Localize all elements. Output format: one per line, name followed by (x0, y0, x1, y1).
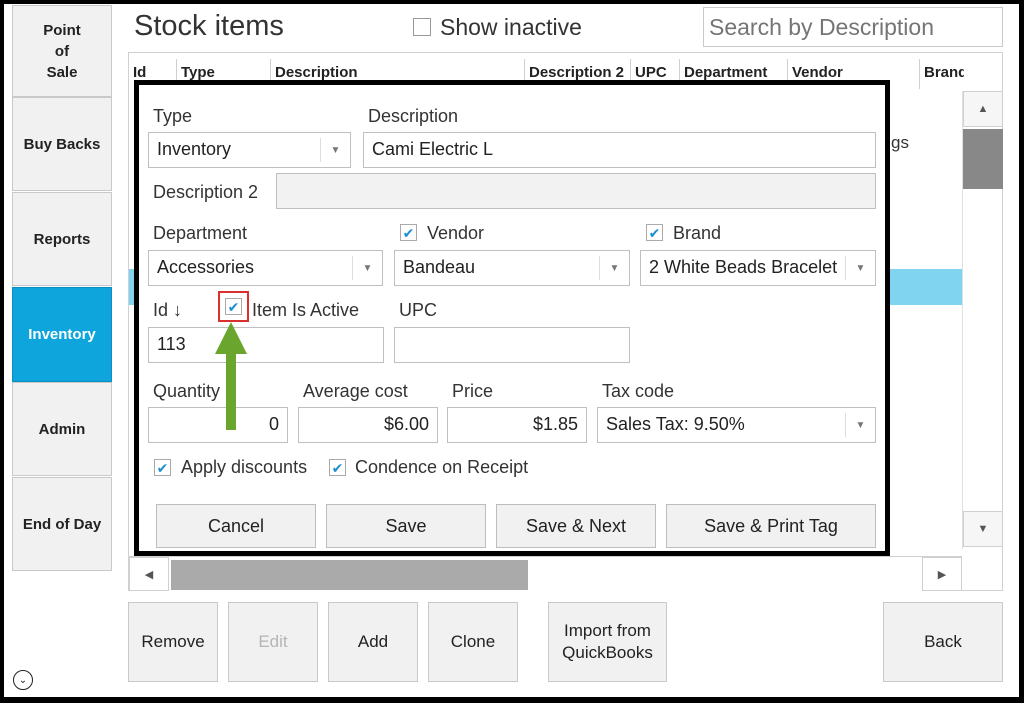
type-select[interactable]: Inventory ▼ (148, 132, 351, 168)
vertical-scrollbar[interactable]: ▲ ▼ (962, 91, 1003, 549)
condence-on-receipt-checkbox[interactable]: ✔ (329, 459, 346, 476)
brand-select-value: 2 White Beads Bracelet (649, 257, 838, 277)
vendor-select-value: Bandeau (403, 257, 476, 277)
grid-cell-partial-text: gs (891, 133, 909, 152)
item-active-label: Item Is Active (252, 300, 360, 320)
save-and-next-button[interactable]: Save & Next (496, 504, 656, 548)
type-select-value: Inventory (157, 139, 232, 159)
description-2-label: Description 2 (153, 182, 259, 202)
nav-inventory-button[interactable]: Inventory (12, 287, 112, 382)
back-button[interactable]: Back (883, 602, 1003, 682)
scroll-down-icon[interactable]: ▼ (963, 511, 1003, 547)
id-label: Id ↓ (153, 300, 183, 320)
vendor-select[interactable]: Bandeau ▼ (394, 250, 630, 286)
chevron-down-icon: ▼ (599, 256, 629, 280)
price-label: Price (452, 381, 494, 401)
show-inactive-label: Show inactive (440, 14, 582, 40)
description-2-field[interactable] (276, 173, 876, 209)
chevron-down-icon: ▼ (320, 138, 350, 162)
add-button[interactable]: Add (328, 602, 418, 682)
cancel-button[interactable]: Cancel (156, 504, 316, 548)
item-active-checkbox[interactable]: ✔ (225, 298, 242, 315)
scroll-left-icon[interactable]: ◀ (129, 557, 169, 591)
save-and-print-tag-button[interactable]: Save & Print Tag (666, 504, 876, 548)
scroll-up-icon[interactable]: ▲ (963, 91, 1003, 127)
column-header-brand[interactable]: Brand (919, 59, 964, 89)
chevron-down-icon: ▼ (352, 256, 382, 280)
vertical-scroll-thumb[interactable] (963, 129, 1003, 189)
description-label: Description (368, 106, 459, 126)
brand-checkbox[interactable]: ✔ (646, 224, 663, 241)
average-cost-field[interactable]: $6.00 (298, 407, 438, 443)
nav-buy-backs-button[interactable]: Buy Backs (12, 97, 112, 191)
vendor-checkbox[interactable]: ✔ (400, 224, 417, 241)
page-title: Stock items (134, 10, 284, 42)
search-input[interactable] (703, 7, 1003, 47)
clone-button[interactable]: Clone (428, 602, 518, 682)
tax-code-select-value: Sales Tax: 9.50% (606, 414, 745, 434)
price-field[interactable]: $1.85 (447, 407, 587, 443)
scroll-right-icon[interactable]: ▶ (922, 557, 962, 591)
remove-button[interactable]: Remove (128, 602, 218, 682)
nav-admin-button[interactable]: Admin (12, 382, 112, 476)
upc-label: UPC (399, 300, 438, 320)
nav-end-of-day-button[interactable]: End of Day (12, 477, 112, 571)
chevron-down-icon: ▼ (845, 413, 875, 437)
vendor-label: Vendor (427, 223, 485, 243)
import-quickbooks-button[interactable]: Import from QuickBooks (548, 602, 667, 682)
expand-chevron-icon[interactable]: ⌄ (13, 670, 33, 690)
department-select[interactable]: Accessories ▼ (148, 250, 383, 286)
callout-arrow-icon (215, 322, 247, 430)
edit-item-dialog: Type Inventory ▼ Description Cami Electr… (134, 80, 890, 556)
nav-point-of-sale-button[interactable]: Point of Sale (12, 5, 112, 97)
department-select-value: Accessories (157, 257, 255, 277)
brand-select[interactable]: 2 White Beads Bracelet ▼ (640, 250, 876, 286)
description-field[interactable]: Cami Electric L (363, 132, 876, 168)
nav-reports-button[interactable]: Reports (12, 192, 112, 286)
upc-field[interactable] (394, 327, 630, 363)
save-button[interactable]: Save (326, 504, 486, 548)
apply-discounts-label: Apply discounts (181, 457, 308, 477)
chevron-down-icon: ▼ (845, 256, 875, 280)
brand-label: Brand (673, 223, 722, 243)
apply-discounts-checkbox[interactable]: ✔ (154, 459, 171, 476)
horizontal-scrollbar[interactable]: ◀ ▶ (129, 556, 962, 592)
show-inactive-checkbox[interactable] (413, 18, 431, 36)
department-label: Department (153, 223, 248, 243)
horizontal-scroll-thumb[interactable] (171, 560, 528, 590)
condence-on-receipt-label: Condence on Receipt (355, 457, 529, 477)
id-field[interactable]: 113 (148, 327, 384, 363)
average-cost-label: Average cost (303, 381, 408, 401)
quantity-label: Quantity (153, 381, 221, 401)
edit-button[interactable]: Edit (228, 602, 318, 682)
type-label: Type (153, 106, 193, 126)
tax-code-label: Tax code (602, 381, 675, 401)
tax-code-select[interactable]: Sales Tax: 9.50% ▼ (597, 407, 876, 443)
